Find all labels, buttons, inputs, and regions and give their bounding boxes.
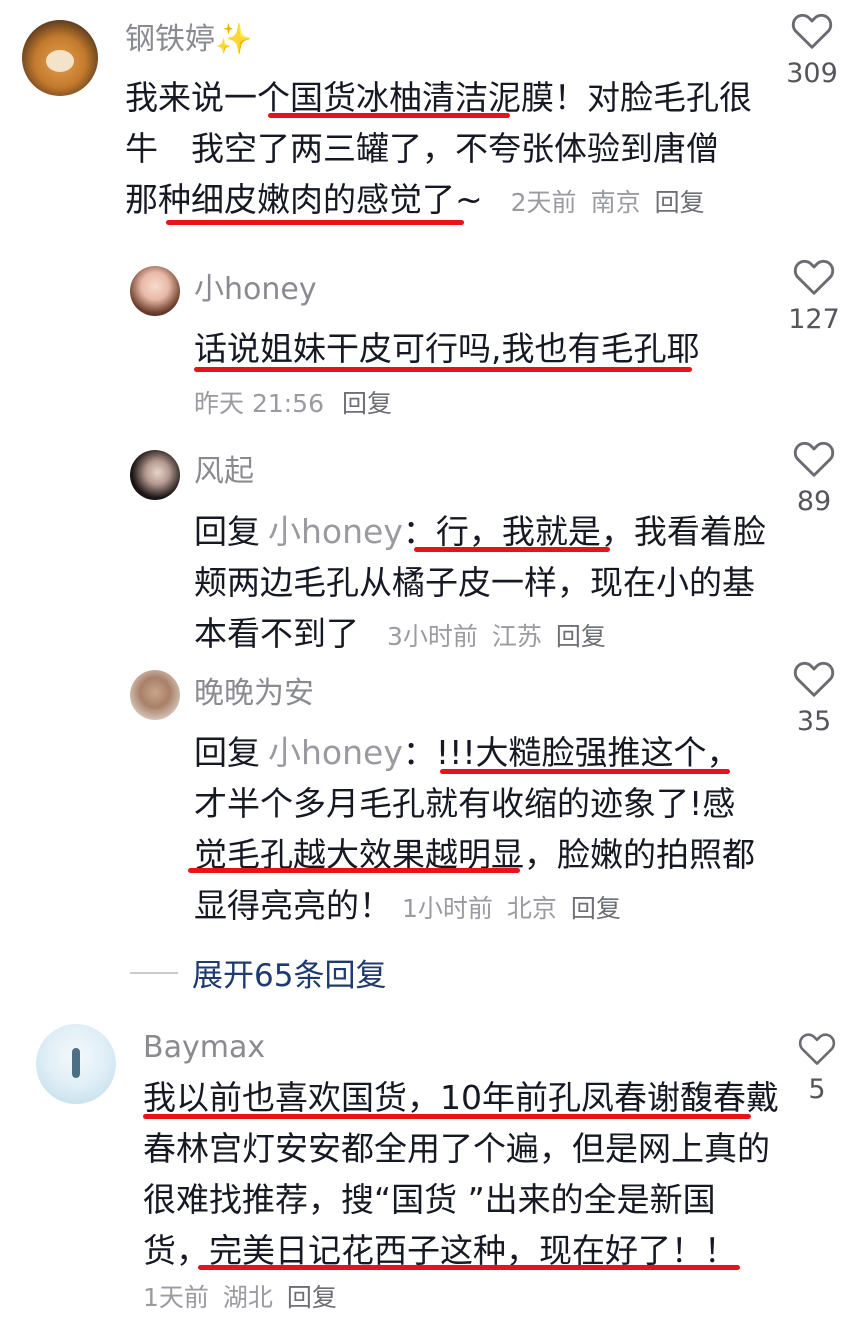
comment-line-text: 那种细皮嫩肉的感觉了~	[125, 180, 483, 219]
underline-mark	[143, 1114, 751, 1119]
comment-location: 北京	[506, 894, 557, 923]
comment-meta: 1天前 湖北 回复	[143, 1278, 337, 1314]
comment-time: 1小时前	[402, 894, 493, 923]
underline-mark	[188, 868, 520, 873]
comment-meta: 2天前 南京 回复	[511, 188, 705, 217]
reply-button[interactable]: 回复	[571, 894, 621, 923]
comment-location: 南京	[590, 188, 641, 217]
comment-text: 回复 小honey：行，我就是，我看着脸 颊两边毛孔从橘子皮一样，现在小的基 本看…	[194, 506, 766, 662]
heart-icon	[798, 1033, 836, 1065]
comment-text: 回复 小honey：!!!大糙脸强推这个， 才半个多月毛孔就有收缩的迹象了!感 觉…	[194, 727, 755, 934]
underline-mark	[268, 113, 510, 118]
comment-time: 3小时前	[387, 622, 478, 651]
heart-icon	[793, 259, 835, 295]
like-count: 35	[796, 706, 832, 737]
like-button[interactable]: 5	[777, 1030, 857, 1105]
like-button[interactable]: 309	[772, 10, 852, 89]
comment-location: 江苏	[491, 622, 542, 651]
avatar[interactable]	[22, 20, 98, 96]
heart-icon	[793, 441, 835, 477]
comment-line-text: ：行，我就是，我看着脸	[402, 512, 766, 551]
comment-time: 2天前	[510, 188, 577, 217]
comment-line-text: ：!!!大糙脸强推这个，	[402, 733, 740, 772]
username[interactable]: 风起	[194, 454, 254, 490]
comment-meta: 1小时前 北京 回复	[402, 894, 621, 923]
comment-meta: 昨天 21:56 回复	[194, 384, 392, 420]
heart-icon	[791, 13, 833, 49]
avatar-face	[46, 50, 74, 72]
reply-to-user[interactable]: 小honey	[268, 733, 403, 772]
underline-mark	[194, 367, 692, 372]
like-button[interactable]: 35	[774, 658, 854, 737]
reply-prefix: 回复	[194, 733, 260, 772]
username[interactable]: Baymax	[143, 1030, 265, 1066]
comment-line-text: 显得亮亮的！	[194, 886, 392, 925]
reply-button[interactable]: 回复	[342, 389, 392, 418]
like-count: 309	[786, 58, 838, 89]
username[interactable]: 晚晚为安	[194, 676, 314, 712]
comment-line: 显得亮亮的！ 1小时前 北京 回复	[194, 880, 755, 934]
avatar[interactable]	[130, 266, 180, 316]
reply-to-user[interactable]: 小honey	[268, 512, 403, 551]
divider	[130, 971, 178, 974]
heart-icon	[793, 661, 835, 697]
expand-replies-label: 展开65条回复	[192, 958, 387, 994]
avatar[interactable]	[36, 1024, 116, 1104]
like-button[interactable]: 127	[774, 256, 854, 335]
comment-text: 我来说一个国货冰柚清洁泥膜！对脸毛孔很 牛 我空了两三罐了，不夸张体验到唐僧 那…	[125, 72, 752, 228]
comment-line: 很难找推荐，搜“国货 ”出来的全是新国	[143, 1180, 716, 1219]
avatar[interactable]	[130, 670, 180, 720]
underline-mark	[440, 769, 730, 774]
comment-line: 颊两边毛孔从橘子皮一样，现在小的基	[194, 563, 755, 602]
comment-line: 牛 我空了两三罐了，不夸张体验到唐僧	[125, 129, 719, 168]
reply-prefix: 回复	[194, 512, 260, 551]
comment-time: 昨天 21:56	[194, 389, 324, 418]
comment-location: 湖北	[222, 1283, 273, 1312]
avatar-figure	[72, 1048, 80, 1078]
reply-button[interactable]: 回复	[556, 622, 606, 651]
expand-replies-button[interactable]: 展开65条回复	[130, 950, 386, 995]
username[interactable]: 小honey	[194, 272, 317, 308]
username[interactable]: 钢铁婷✨	[125, 22, 252, 58]
like-count: 5	[808, 1074, 826, 1105]
reply-button[interactable]: 回复	[655, 188, 705, 217]
comment-line-text: 本看不到了	[194, 614, 359, 653]
avatar[interactable]	[130, 450, 180, 500]
reply-button[interactable]: 回复	[287, 1283, 337, 1312]
underline-mark	[414, 547, 610, 552]
underline-mark	[166, 220, 464, 225]
like-count: 127	[788, 304, 840, 335]
underline-mark	[198, 1265, 740, 1270]
like-button[interactable]: 89	[774, 438, 854, 517]
comment-line: 本看不到了 3小时前 江苏 回复	[194, 608, 766, 662]
comment-text: 我以前也喜欢国货，10年前孔凤春谢馥春戴 春林宫灯安安都全用了个遍，但是网上真的…	[143, 1072, 779, 1276]
comment-time: 1天前	[143, 1283, 209, 1312]
comment-line: 才半个多月毛孔就有收缩的迹象了!感	[194, 784, 736, 823]
comment-meta: 3小时前 江苏 回复	[387, 622, 606, 651]
comment-line: 春林宫灯安安都全用了个遍，但是网上真的	[143, 1129, 770, 1168]
like-count: 89	[796, 486, 832, 517]
